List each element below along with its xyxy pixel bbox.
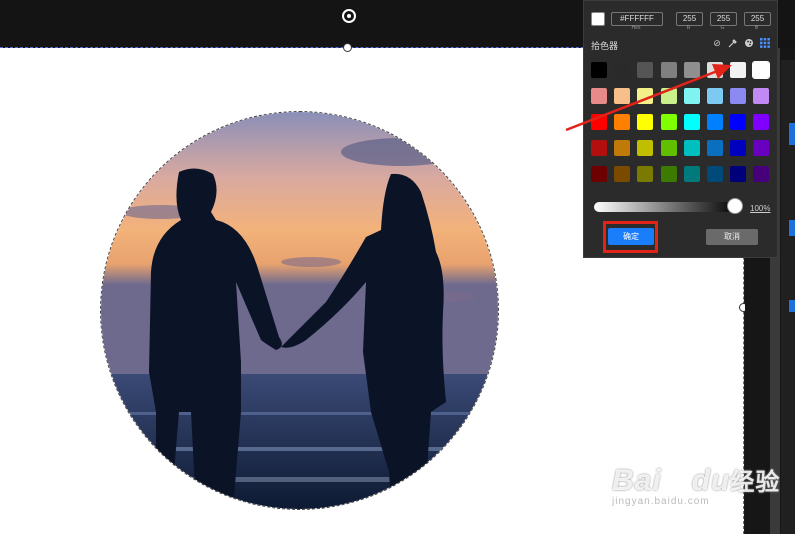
right-panel-marker: [789, 220, 795, 236]
color-swatch[interactable]: [614, 140, 631, 156]
right-panel-active-marker: [789, 123, 795, 145]
color-swatch[interactable]: [730, 166, 747, 182]
right-panel-marker: [789, 300, 795, 312]
rotate-handle[interactable]: [342, 9, 356, 23]
eyedropper-icon[interactable]: [728, 38, 738, 48]
color-swatch[interactable]: [753, 140, 770, 156]
color-swatch[interactable]: [660, 166, 677, 182]
blue-label: B: [754, 25, 759, 31]
annotation-arrow: [565, 64, 732, 132]
grid-icon[interactable]: [760, 38, 770, 48]
blue-input[interactable]: 255: [744, 12, 771, 26]
green-input[interactable]: 255: [710, 12, 737, 26]
hex-input[interactable]: #FFFFFF: [611, 12, 663, 26]
watermark-brand-suffix: du: [691, 464, 731, 497]
resize-handle-top[interactable]: [343, 43, 352, 52]
current-color-swatch[interactable]: [591, 12, 605, 26]
color-swatch[interactable]: [707, 166, 723, 182]
color-swatch[interactable]: [753, 166, 770, 182]
red-input[interactable]: 255: [676, 12, 703, 26]
no-color-icon[interactable]: ⊘: [712, 38, 722, 48]
green-label: G: [720, 25, 725, 31]
confirm-highlight-box: [603, 221, 658, 253]
color-swatch[interactable]: [637, 140, 654, 156]
color-swatch[interactable]: [591, 166, 607, 182]
color-swatch[interactable]: [591, 140, 607, 156]
color-picker-title: 拾色器: [591, 41, 619, 51]
color-swatch[interactable]: [730, 140, 747, 156]
color-swatch[interactable]: [683, 166, 700, 182]
opacity-slider-handle[interactable]: [727, 198, 743, 214]
hex-label: Hex: [631, 25, 641, 31]
color-swatch[interactable]: [660, 140, 677, 156]
watermark-cn: 经验: [730, 469, 781, 496]
baidu-watermark: Bai du经验 jingyan.baidu.com: [612, 462, 780, 507]
color-swatch[interactable]: [707, 140, 723, 156]
palette-icon[interactable]: [744, 38, 754, 48]
color-swatch[interactable]: [614, 166, 631, 182]
color-swatch[interactable]: [637, 166, 654, 182]
cancel-button[interactable]: 取消: [706, 229, 758, 245]
photo-selection-outline: [100, 111, 499, 510]
opacity-value[interactable]: 100%: [750, 204, 770, 213]
color-swatch[interactable]: [683, 140, 700, 156]
red-label: R: [686, 25, 691, 31]
watermark-brand: Bai: [612, 464, 662, 497]
opacity-slider[interactable]: [594, 202, 738, 212]
